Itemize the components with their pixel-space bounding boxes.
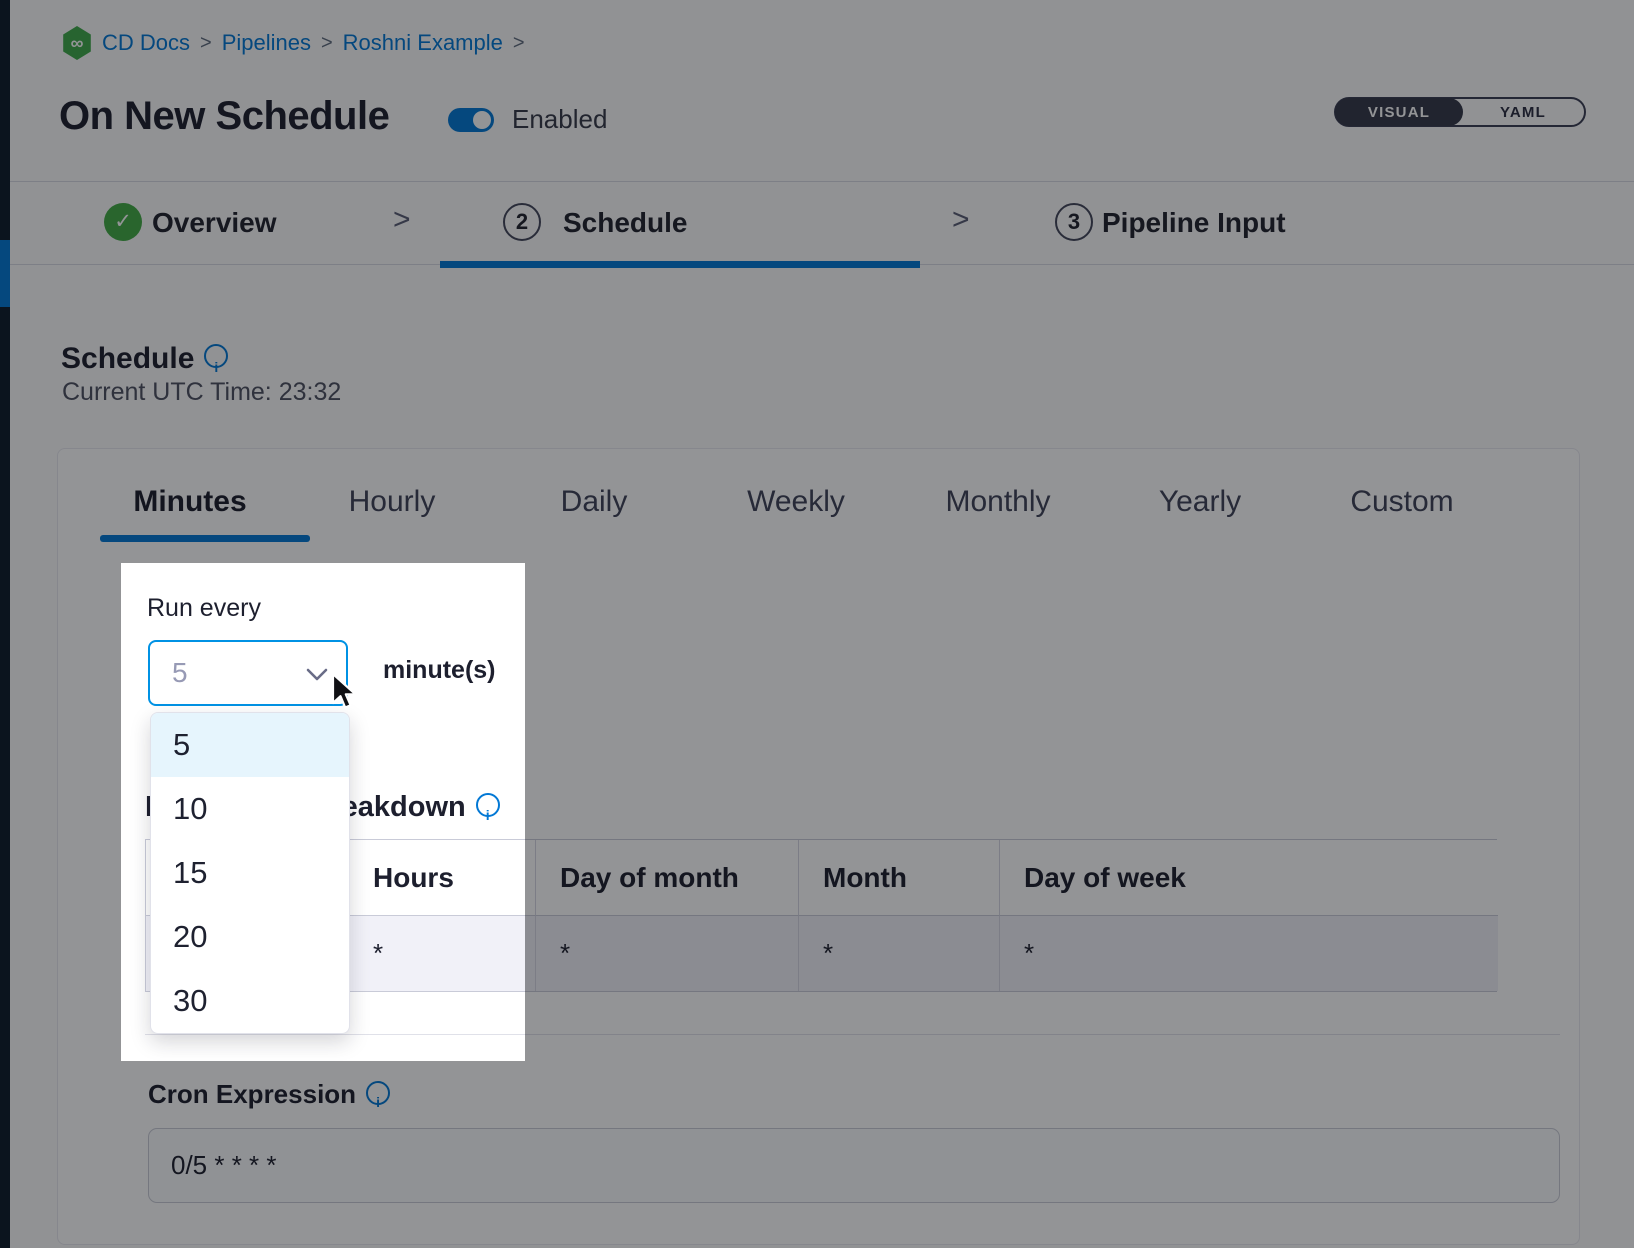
tab-custom[interactable]: Custom [1301, 484, 1503, 520]
visual-mode-button[interactable]: VISUAL [1335, 98, 1463, 126]
step-schedule-number: 2 [503, 203, 541, 241]
tab-yearly[interactable]: Yearly [1099, 484, 1301, 520]
active-tab-indicator [100, 535, 310, 542]
run-every-value: 5 [172, 642, 188, 704]
run-every-select[interactable]: 5 [148, 640, 348, 706]
schedule-trigger-page: CD Docs > Pipelines > Roshni Example > O… [0, 0, 1634, 1248]
section-divider [145, 1034, 1560, 1035]
step-pipeline-input-number: 3 [1055, 203, 1093, 241]
column-header-month: Month [799, 840, 1000, 916]
tab-daily[interactable]: Daily [493, 484, 695, 520]
cell-month: * [799, 916, 1000, 991]
cell-day-of-week: * [1000, 916, 1498, 991]
cron-expression-label: Cron Expression [148, 1079, 390, 1110]
tab-hourly[interactable]: Hourly [291, 484, 493, 520]
info-icon[interactable] [366, 1081, 390, 1105]
view-mode-toggle: VISUAL YAML [1334, 97, 1586, 127]
cd-module-icon [62, 26, 92, 60]
left-nav-active-indicator [0, 240, 10, 307]
info-icon[interactable] [476, 793, 500, 817]
schedule-section-heading: Schedule [61, 342, 228, 376]
menu-option-30[interactable]: 30 [151, 969, 349, 1033]
menu-option-15[interactable]: 15 [151, 841, 349, 905]
yaml-mode-button[interactable]: YAML [1462, 99, 1584, 125]
step-schedule[interactable]: Schedule [563, 207, 687, 239]
breadcrumb-link-cd-docs[interactable]: CD Docs [102, 30, 190, 56]
chevron-down-icon [306, 668, 328, 686]
column-header-day-of-month: Day of month [536, 840, 799, 916]
mouse-cursor-icon [330, 672, 360, 717]
enabled-label: Enabled [512, 104, 607, 135]
header-divider [10, 181, 1634, 182]
run-every-unit: minute(s) [383, 656, 496, 685]
tab-monthly[interactable]: Monthly [897, 484, 1099, 520]
info-icon[interactable] [204, 344, 228, 368]
cron-expression-input[interactable]: 0/5 * * * * [148, 1128, 1560, 1203]
enabled-toggle[interactable] [448, 108, 494, 132]
breadcrumb-link-pipeline-name[interactable]: Roshni Example [343, 30, 503, 56]
schedule-heading-text: Schedule [61, 342, 194, 376]
cron-expression-text: Cron Expression [148, 1079, 356, 1110]
column-header-day-of-week: Day of week [1000, 840, 1498, 916]
menu-option-20[interactable]: 20 [151, 905, 349, 969]
breadcrumb-separator: > [513, 32, 525, 55]
breadcrumb-link-pipelines[interactable]: Pipelines [222, 30, 311, 56]
page-title: On New Schedule [59, 94, 389, 139]
toggle-knob [473, 111, 491, 129]
cell-hours: * [349, 916, 536, 991]
tab-minutes[interactable]: Minutes [89, 484, 291, 520]
step-pipeline-input[interactable]: Pipeline Input [1102, 207, 1286, 239]
column-header-hours: Hours [349, 840, 536, 916]
breadcrumb-separator: > [321, 32, 333, 55]
schedule-type-tabs: Minutes Hourly Daily Weekly Monthly Year… [89, 484, 1503, 520]
active-step-indicator [440, 261, 920, 268]
current-utc-time: Current UTC Time: 23:32 [62, 378, 341, 407]
breadcrumb-separator: > [200, 32, 212, 55]
chevron-right-icon: > [393, 203, 411, 237]
breadcrumb: CD Docs > Pipelines > Roshni Example > [62, 25, 525, 61]
run-every-label: Run every [147, 594, 261, 623]
step-overview-check-icon: ✓ [104, 203, 142, 241]
left-nav-strip [0, 0, 10, 1248]
menu-option-5[interactable]: 5 [151, 713, 349, 777]
run-every-dropdown-menu: 5 10 15 20 30 [150, 712, 350, 1034]
step-overview[interactable]: Overview [152, 207, 277, 239]
tab-weekly[interactable]: Weekly [695, 484, 897, 520]
cron-expression-value: 0/5 * * * * [171, 1129, 277, 1202]
menu-option-10[interactable]: 10 [151, 777, 349, 841]
cell-day-of-month: * [536, 916, 799, 991]
chevron-right-icon: > [952, 203, 970, 237]
